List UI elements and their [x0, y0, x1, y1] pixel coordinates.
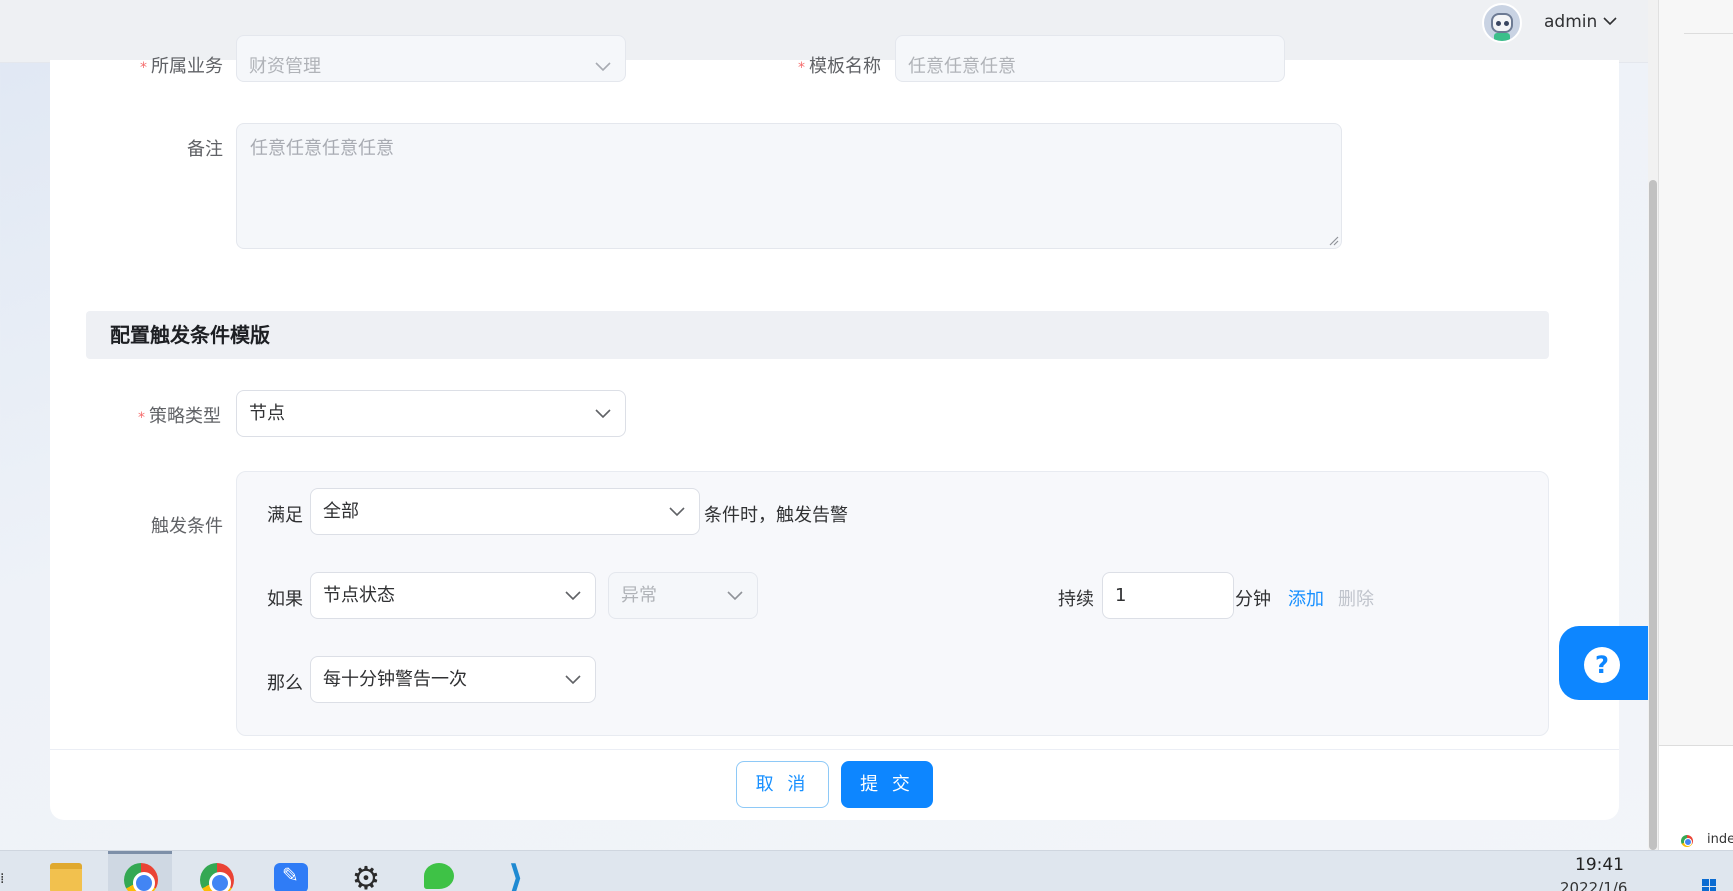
add-condition-link[interactable]: 添加: [1288, 585, 1324, 611]
robot-body-icon: [1494, 33, 1510, 41]
business-label: * 所属业务: [140, 56, 223, 77]
satisfy-value: 全部: [323, 501, 359, 522]
side-browser-window: inde: [1658, 0, 1733, 850]
required-mark: *: [138, 410, 145, 426]
if-metric-value: 节点状态: [323, 585, 395, 606]
remark-textarea[interactable]: 任意任意任意任意: [236, 123, 1342, 249]
cancel-button[interactable]: 取 消: [736, 761, 829, 808]
required-mark: *: [798, 60, 805, 76]
duration-value: 1: [1115, 585, 1127, 606]
remark-label: 备注: [187, 139, 223, 160]
delete-condition-link[interactable]: 删除: [1338, 585, 1374, 611]
divider: [1684, 33, 1733, 34]
then-action-select[interactable]: 每十分钟警告一次: [310, 656, 596, 703]
taskbar-wechat[interactable]: [408, 851, 472, 891]
satisfy-label: 满足: [267, 505, 303, 526]
chevron-down-icon: [669, 507, 685, 517]
avatar[interactable]: [1482, 3, 1522, 43]
chevron-down-icon[interactable]: [1602, 14, 1618, 28]
template-name-label: * 模板名称: [798, 56, 881, 77]
taskbar-clock[interactable]: 19:41: [1575, 855, 1624, 875]
chevron-down-icon: [595, 409, 611, 419]
side-tab-title[interactable]: inde: [1707, 832, 1733, 847]
if-label: 如果: [267, 589, 303, 610]
help-button[interactable]: ?: [1559, 626, 1649, 700]
taskbar-file-explorer[interactable]: [34, 851, 98, 891]
question-icon: ?: [1584, 647, 1620, 683]
footer-divider: [50, 749, 1619, 750]
chrome-icon: [124, 863, 158, 891]
user-name[interactable]: admin: [1544, 12, 1597, 32]
submit-button[interactable]: 提 交: [841, 761, 933, 808]
gear-icon: ⚙: [351, 859, 381, 891]
strategy-type-value: 节点: [249, 403, 285, 424]
if-state-value: 异常: [621, 585, 657, 606]
duration-label: 持续: [1058, 589, 1094, 610]
then-action-value: 每十分钟警告一次: [323, 669, 467, 690]
chevron-down-icon: [565, 591, 581, 601]
template-name-input[interactable]: 任意任意任意: [895, 35, 1285, 82]
satisfy-suffix: 条件时，触发告警: [704, 505, 848, 526]
taskbar: ⁞ ⚙ ⟩ 19:41 2022/1/6: [0, 850, 1733, 891]
pen-icon: [274, 863, 308, 891]
robot-face-icon: [1491, 13, 1513, 33]
taskbar-chrome-active[interactable]: [108, 851, 172, 891]
chevron-down-icon: [727, 591, 743, 601]
taskbar-settings[interactable]: ⚙: [334, 851, 398, 891]
folder-icon: [50, 863, 82, 891]
duration-unit: 分钟: [1235, 589, 1271, 610]
windows-logo-icon[interactable]: [1702, 879, 1716, 891]
taskbar-notes[interactable]: [258, 851, 322, 891]
then-label: 那么: [267, 673, 303, 694]
eye-icon: [1496, 21, 1501, 26]
resize-handle-icon[interactable]: [1327, 234, 1339, 246]
eye-icon: [1504, 21, 1509, 26]
vscode-icon: ⟩: [508, 858, 524, 891]
strategy-type-label: * 策略类型: [138, 406, 221, 427]
trigger-condition-label: 触发条件: [151, 516, 223, 537]
taskbar-date[interactable]: 2022/1/6: [1560, 879, 1627, 891]
if-state-select[interactable]: 异常: [608, 572, 758, 619]
wechat-icon: [424, 863, 454, 889]
strategy-type-select[interactable]: 节点: [236, 390, 626, 437]
taskbar-edge-icon: ⁞: [0, 871, 5, 887]
business-select-value: 财资管理: [249, 56, 321, 77]
scrollbar-thumb[interactable]: [1649, 180, 1657, 850]
duration-input[interactable]: 1: [1102, 572, 1234, 619]
business-select[interactable]: 财资管理: [236, 35, 626, 82]
satisfy-select[interactable]: 全部: [310, 488, 700, 535]
chrome-icon: [200, 863, 234, 891]
chevron-down-icon: [595, 62, 611, 72]
template-name-value: 任意任意任意: [908, 56, 1016, 77]
taskbar-chrome[interactable]: [184, 851, 248, 891]
app-area: admin * 所属业务 财资管理 * 模板名称 任意任意任意 备注 任意任意任意任…: [0, 0, 1658, 850]
chrome-icon: [1681, 835, 1693, 847]
form-card: * 所属业务 财资管理 * 模板名称 任意任意任意 备注 任意任意任意任意 配置触发…: [50, 35, 1619, 820]
section-title: 配置触发条件模版: [86, 311, 1549, 359]
if-metric-select[interactable]: 节点状态: [310, 572, 596, 619]
chevron-down-icon: [565, 675, 581, 685]
required-mark: *: [140, 60, 147, 76]
remark-text: 任意任意任意任意: [250, 138, 394, 159]
taskbar-vscode[interactable]: ⟩: [484, 851, 548, 891]
